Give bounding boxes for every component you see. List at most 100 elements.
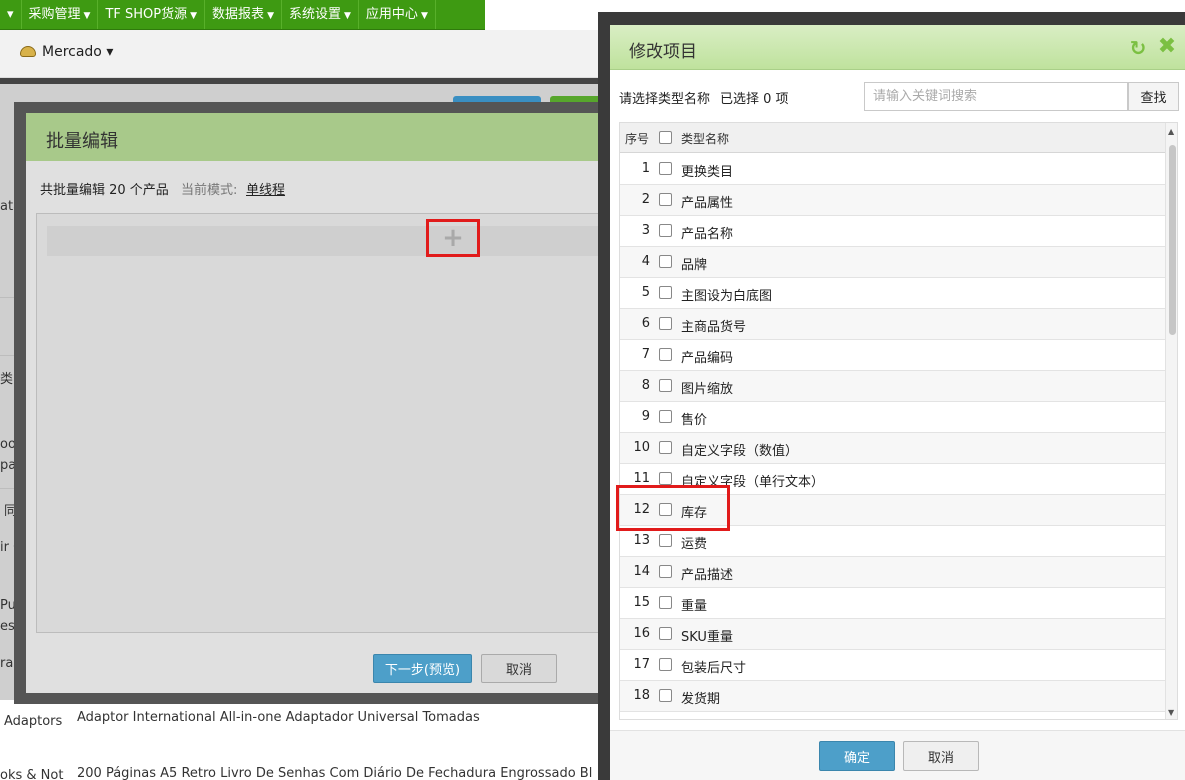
row-checkbox[interactable]	[659, 286, 672, 299]
table-row[interactable]: 3 产品名称	[620, 216, 1165, 247]
table-row[interactable]: 5 主图设为白底图	[620, 278, 1165, 309]
search-button[interactable]: 查找	[1128, 82, 1179, 111]
batch-edit-dialog: 批量编辑 共批量编辑 20 个产品 当前模式: 单线程 + 下一步(预览) 取消	[26, 113, 610, 693]
table-row[interactable]: 7 产品编码	[620, 340, 1165, 371]
chevron-down-icon: ▼	[344, 11, 351, 21]
scrollbar-thumb[interactable]	[1169, 145, 1176, 335]
nav-item-purchasing[interactable]: 采购管理 ▼	[22, 0, 99, 29]
add-item-row	[47, 226, 607, 256]
table-row[interactable]: 8 图片缩放	[620, 371, 1165, 402]
type-prompt: 请选择类型名称	[619, 92, 711, 107]
row-number: 2	[641, 192, 650, 207]
batch-cancel-button[interactable]: 取消	[481, 654, 557, 683]
row-number: 1	[641, 161, 650, 176]
row-checkbox[interactable]	[659, 472, 672, 485]
row-number: 4	[641, 254, 650, 269]
table-body: 1 更换类目 2 产品属性 3 产品名称 4 品牌 5 主图设为白底图 6 主商品货号 7 产…	[620, 154, 1165, 712]
row-number: 6	[641, 316, 650, 331]
row-number: 7	[641, 347, 650, 362]
row-type-name: 发货期	[681, 692, 721, 707]
table-row[interactable]: 18 发货期	[620, 681, 1165, 712]
table-row[interactable]: 1 更换类目	[620, 154, 1165, 185]
row-type-name: 品牌	[681, 258, 708, 273]
nav-item-settings[interactable]: 系统设置 ▼	[282, 0, 359, 29]
background-product-title: Adaptor International All-in-one Adaptad…	[77, 710, 480, 725]
next-preview-button[interactable]: 下一步(预览)	[373, 654, 472, 683]
row-checkbox[interactable]	[659, 410, 672, 423]
batch-edit-panel	[36, 213, 610, 633]
nav-item-tf-shop[interactable]: TF SHOP货源 ▼	[98, 0, 206, 29]
modify-items-title: 修改项目	[629, 42, 697, 62]
background-category-cell: oks & Not	[0, 768, 64, 780]
add-item-button[interactable]: +	[426, 219, 480, 257]
plus-icon: +	[442, 223, 464, 253]
row-type-name: 产品属性	[681, 196, 734, 211]
table-row[interactable]: 6 主商品货号	[620, 309, 1165, 340]
row-number: 10	[633, 440, 650, 455]
table-row[interactable]: 2 产品属性	[620, 185, 1165, 216]
top-nav: ▾ 采购管理 ▼ TF SHOP货源 ▼ 数据报表 ▼ 系统设置 ▼ 应用中心 ▼	[0, 0, 485, 30]
table-row[interactable]: 4 品牌	[620, 247, 1165, 278]
close-icon[interactable]: ✖	[1156, 35, 1178, 59]
row-number: 3	[641, 223, 650, 238]
chevron-down-icon: ▼	[267, 11, 274, 21]
nav-item-reports[interactable]: 数据报表 ▼	[205, 0, 282, 29]
modify-cancel-button[interactable]: 取消	[903, 741, 979, 771]
table-row[interactable]: 14 产品描述	[620, 557, 1165, 588]
row-number: 18	[633, 688, 650, 703]
scroll-up-icon[interactable]: ▲	[1168, 127, 1174, 136]
row-type-name: 主图设为白底图	[681, 289, 773, 304]
row-number: 9	[641, 409, 650, 424]
batch-edit-title: 批量编辑	[46, 131, 118, 152]
row-checkbox[interactable]	[659, 317, 672, 330]
row-type-name: 图片缩放	[681, 382, 734, 397]
row-checkbox[interactable]	[659, 379, 672, 392]
table-row[interactable]: 9 售价	[620, 402, 1165, 433]
table-scrollbar[interactable]: ▲ ▼	[1165, 123, 1177, 719]
background-category-cell: Adaptors	[4, 714, 63, 729]
stock-row-highlight	[616, 485, 730, 531]
row-checkbox[interactable]	[659, 534, 672, 547]
table-header: 序号 类型名称	[620, 123, 1165, 153]
table-row[interactable]: 16 SKU重量	[620, 619, 1165, 650]
chevron-down-icon: ▼	[83, 11, 91, 21]
batch-edit-header: 批量编辑	[26, 113, 610, 161]
row-number: 15	[633, 595, 650, 610]
table-row[interactable]: 17 包装后尺寸	[620, 650, 1165, 681]
nav-item-apps[interactable]: 应用中心 ▼	[359, 0, 436, 29]
row-checkbox[interactable]	[659, 255, 672, 268]
select-all-checkbox[interactable]	[659, 131, 672, 144]
store-selector[interactable]: Mercado ▾	[20, 44, 113, 60]
table-row[interactable]: 15 重量	[620, 588, 1165, 619]
nav-item-menu-toggle[interactable]: ▾	[0, 0, 22, 29]
row-number: 13	[633, 533, 650, 548]
modify-items-footer: 确定 取消	[610, 730, 1185, 780]
row-checkbox[interactable]	[659, 441, 672, 454]
row-checkbox[interactable]	[659, 224, 672, 237]
row-checkbox[interactable]	[659, 193, 672, 206]
batch-edit-count: 共批量编辑 20 个产品	[40, 183, 169, 198]
row-number: 17	[633, 657, 650, 672]
mode-value-link[interactable]: 单线程	[246, 179, 285, 198]
scroll-down-icon[interactable]: ▼	[1168, 708, 1174, 717]
confirm-button[interactable]: 确定	[819, 741, 895, 771]
row-checkbox[interactable]	[659, 596, 672, 609]
row-number: 11	[633, 471, 650, 486]
row-number: 16	[633, 626, 650, 641]
row-checkbox[interactable]	[659, 162, 672, 175]
refresh-icon[interactable]: ↻	[1128, 38, 1148, 58]
row-type-name: 售价	[681, 413, 708, 428]
row-type-name: 产品编码	[681, 351, 734, 366]
type-table: 序号 类型名称 1 更换类目 2 产品属性 3 产品名称 4 品牌 5 主图设为白底图 6…	[619, 122, 1178, 720]
table-row[interactable]: 10 自定义字段（数值）	[620, 433, 1165, 464]
row-checkbox[interactable]	[659, 689, 672, 702]
row-checkbox[interactable]	[659, 658, 672, 671]
keyword-search-input[interactable]	[864, 82, 1128, 111]
background-product-title: 200 Páginas A5 Retro Livro De Senhas Com…	[77, 766, 593, 780]
row-checkbox[interactable]	[659, 627, 672, 640]
column-header-name: 类型名称	[681, 132, 730, 146]
row-type-name: 更换类目	[681, 165, 734, 180]
row-checkbox[interactable]	[659, 565, 672, 578]
row-checkbox[interactable]	[659, 348, 672, 361]
row-number: 14	[633, 564, 650, 579]
